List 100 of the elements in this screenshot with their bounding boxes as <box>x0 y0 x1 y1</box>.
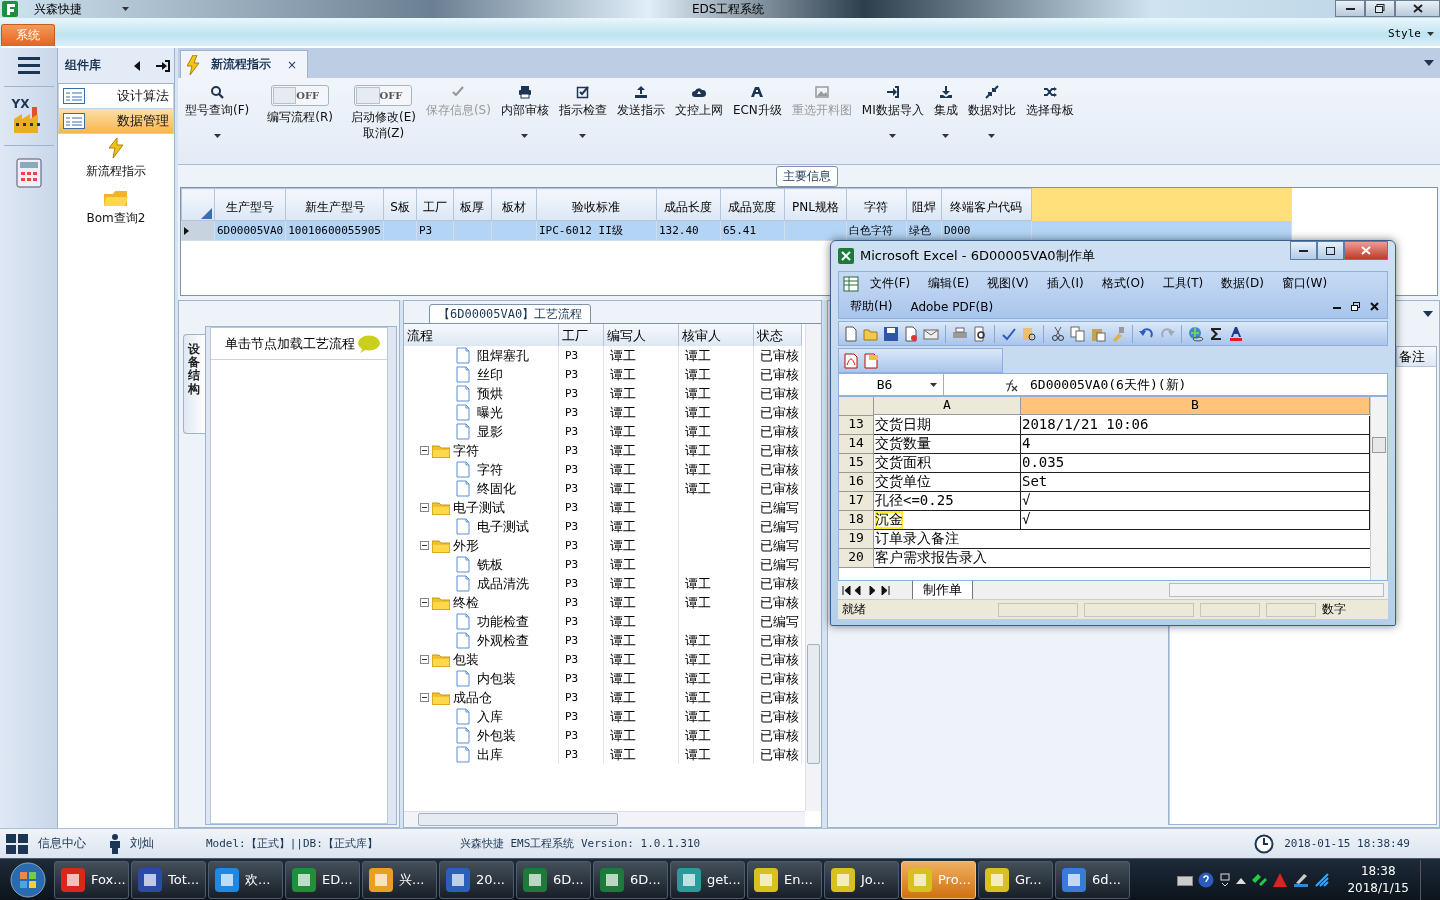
minimize-button[interactable] <box>1335 0 1365 17</box>
toolbar-button[interactable]: 内部审核 <box>495 82 554 141</box>
tree-node[interactable]: 终检 <box>453 593 479 612</box>
maximize-button[interactable] <box>1365 0 1395 17</box>
tree-node[interactable]: 外包装 <box>477 726 516 745</box>
menu-item[interactable]: 文件(F) <box>863 274 918 293</box>
print-preview-icon[interactable] <box>972 325 988 342</box>
column-header[interactable]: 编写人 <box>604 324 679 346</box>
restore-icon[interactable] <box>1351 302 1360 311</box>
side-tab[interactable]: 设备结构 <box>183 334 205 434</box>
toolbar-button[interactable]: MI数据导入 <box>856 82 929 141</box>
menu-item[interactable]: 工具(T) <box>1155 274 1211 293</box>
menu-icon[interactable] <box>17 56 40 74</box>
toolbar-button[interactable]: 集成 <box>928 82 963 141</box>
toolbar-button[interactable]: 型号查询(F) <box>180 82 255 141</box>
tree-node[interactable]: 预烘 <box>477 384 503 403</box>
new-file-icon[interactable] <box>843 325 859 342</box>
panel-caret-icon[interactable] <box>1423 310 1433 317</box>
collapse-icon[interactable] <box>420 503 429 512</box>
keyboard-icon[interactable] <box>1177 873 1194 886</box>
tree-node[interactable]: 丝印 <box>477 365 503 384</box>
column-header[interactable]: 新生产型号 <box>285 188 384 221</box>
collapse-icon[interactable] <box>420 693 429 702</box>
column-header[interactable]: 工厂 <box>559 324 604 346</box>
minimize-icon[interactable] <box>1333 307 1341 310</box>
column-header[interactable]: 字符 <box>846 188 907 221</box>
alert-icon[interactable] <box>1272 871 1289 888</box>
pdf-icon[interactable] <box>843 352 859 369</box>
column-header[interactable]: 阻焊 <box>906 188 942 221</box>
tree-node[interactable]: 功能检查 <box>477 612 529 631</box>
copy-icon[interactable] <box>1070 325 1086 342</box>
column-header[interactable]: 成品宽度 <box>720 188 785 221</box>
start-button-icon[interactable] <box>10 861 46 898</box>
column-header[interactable]: 工厂 <box>416 188 454 221</box>
column-header[interactable]: PNL规格 <box>784 188 847 221</box>
collapse-icon[interactable] <box>420 655 429 664</box>
help-icon[interactable] <box>1198 871 1215 888</box>
nav-tile[interactable]: Bom查询2 <box>58 184 174 231</box>
taskbar-button[interactable]: 兴... <box>362 860 437 899</box>
calculator-icon[interactable] <box>15 158 42 188</box>
taskbar-button[interactable]: 6d... <box>1055 860 1130 899</box>
toolbar-button[interactable]: 选择母板 <box>1020 82 1079 121</box>
menu-item[interactable]: 数据(D) <box>1214 274 1271 293</box>
column-header[interactable]: 成品长度 <box>656 188 721 221</box>
sign-in-icon[interactable] <box>156 59 170 72</box>
column-header[interactable]: S板 <box>383 188 417 221</box>
tree-node[interactable]: 成品仓 <box>453 688 492 707</box>
select-all-icon[interactable] <box>201 207 212 219</box>
taskbar-button[interactable]: Tot... <box>131 860 206 899</box>
network-icon[interactable] <box>1251 871 1268 888</box>
taskbar-button[interactable]: Gr... <box>978 860 1053 899</box>
horizontal-scrollbar[interactable] <box>404 811 805 827</box>
vertical-scrollbar[interactable] <box>1370 397 1387 580</box>
tree-node[interactable]: 显影 <box>477 422 503 441</box>
research-icon[interactable] <box>1021 325 1037 342</box>
menu-item[interactable]: 格式(O) <box>1094 274 1152 293</box>
tree-node[interactable]: 电子测试 <box>477 517 529 536</box>
menu-item[interactable]: 视图(V) <box>980 274 1036 293</box>
nav-item[interactable]: 设计算法 <box>58 84 174 109</box>
collapse-icon[interactable] <box>420 446 429 455</box>
toolbar-button[interactable]: 文控上网 <box>669 82 728 121</box>
tree-node[interactable]: 出库 <box>477 745 503 764</box>
pen-icon[interactable] <box>1293 871 1310 888</box>
menu-item[interactable]: 插入(I) <box>1039 274 1091 293</box>
taskbar-button[interactable]: 20... <box>439 860 514 899</box>
window-switch-icon[interactable] <box>1219 871 1232 888</box>
close-tab-button[interactable]: × <box>287 57 298 72</box>
column-header[interactable]: 验收标准 <box>536 188 657 221</box>
collapse-icon[interactable] <box>420 541 429 550</box>
collapse-left-icon[interactable] <box>134 60 140 71</box>
taskbar-button[interactable]: get... <box>670 860 745 899</box>
toolbar-button[interactable]: 数据对比 <box>962 82 1021 141</box>
taskbar-button[interactable]: Jo... <box>824 860 899 899</box>
tree-node[interactable]: 字符 <box>477 460 503 479</box>
autosum-icon[interactable] <box>1208 325 1224 342</box>
taskbar-button[interactable]: En... <box>747 860 822 899</box>
tree-node[interactable]: 阻焊塞孔 <box>477 346 529 365</box>
column-header[interactable]: 状态 <box>754 324 802 346</box>
document-tab[interactable]: 新流程指示 × <box>180 50 309 78</box>
column-header[interactable]: B <box>1021 397 1370 415</box>
toolbar-button[interactable]: 指示检查 <box>553 82 612 141</box>
menu-item[interactable]: 帮助(H) <box>843 297 900 316</box>
taskbar-button[interactable]: 6D... <box>593 860 668 899</box>
taskbar-button[interactable]: 6D... <box>516 860 591 899</box>
factory-logo[interactable]: YX <box>11 99 46 133</box>
save-icon[interactable] <box>883 325 899 342</box>
toggle-switch[interactable]: OFF <box>354 85 413 106</box>
menu-item[interactable]: 编辑(E) <box>921 274 977 293</box>
tree-node[interactable]: 终固化 <box>477 479 516 498</box>
collapse-icon[interactable] <box>420 598 429 607</box>
tree-node[interactable]: 曝光 <box>477 403 503 422</box>
nav-tile[interactable]: 新流程指示 <box>58 134 174 184</box>
column-header[interactable]: 板厚 <box>453 188 492 221</box>
taskbar-button[interactable]: ED... <box>285 860 360 899</box>
nav-item[interactable]: 数据管理 <box>58 109 174 134</box>
tree-node[interactable]: 成品清洗 <box>477 574 529 593</box>
clock-time[interactable]: 18:38 <box>1360 862 1396 880</box>
dropdown-caret-icon[interactable] <box>942 134 950 138</box>
horizontal-scrollbar[interactable] <box>1169 583 1384 597</box>
toolbar-button[interactable]: ECN升级 <box>727 82 787 121</box>
